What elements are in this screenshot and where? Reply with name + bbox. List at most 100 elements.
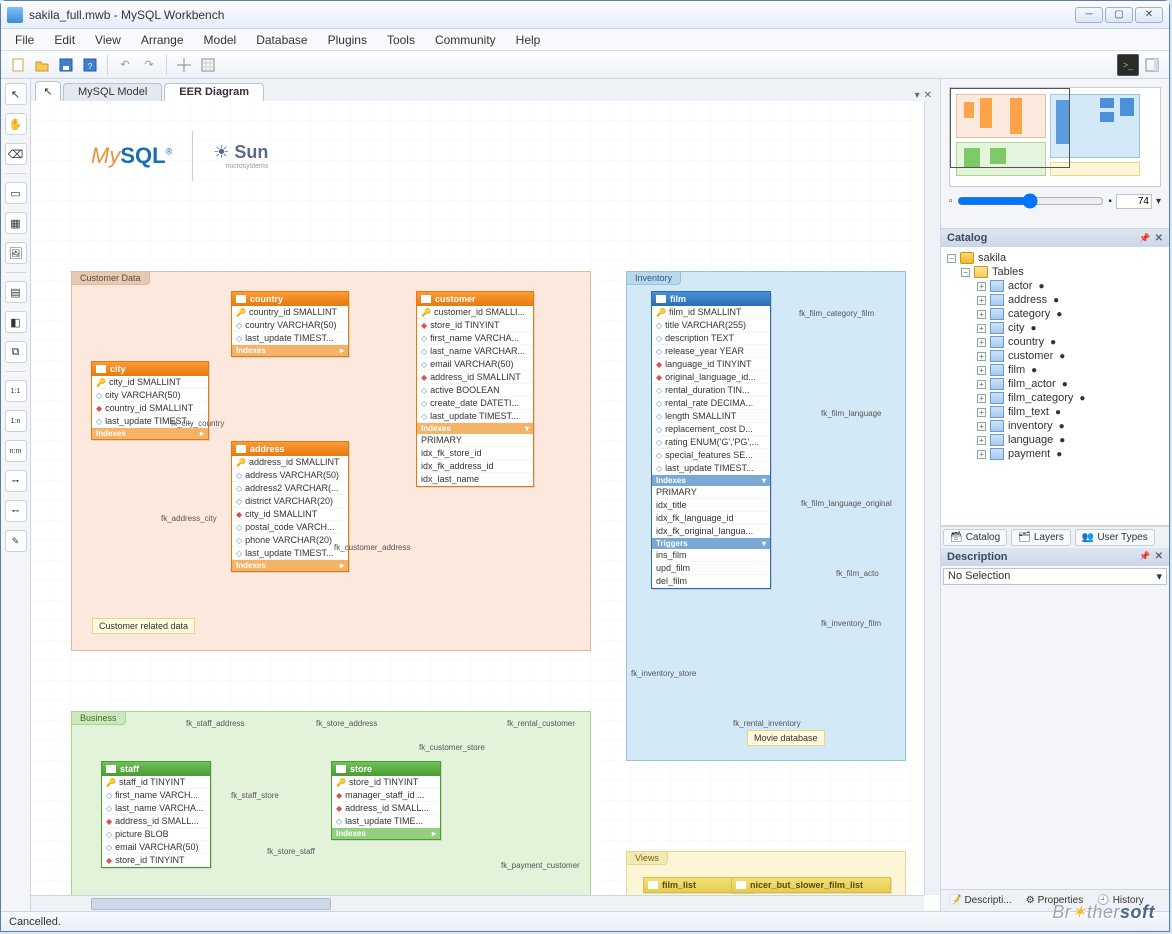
entity-nicer-list[interactable]: nicer_but_slower_film_list [731, 877, 891, 893]
save-as-button[interactable]: ? [79, 54, 101, 76]
catalog-table[interactable]: payment [1008, 448, 1050, 460]
tab-eer-diagram[interactable]: EER Diagram [164, 83, 264, 101]
table-tool[interactable]: ▤ [5, 281, 27, 303]
pointer-tool[interactable]: ↖ [5, 83, 27, 105]
menu-help[interactable]: Help [506, 31, 551, 49]
tab-history[interactable]: 🕘 History [1091, 893, 1150, 908]
entity-country[interactable]: country country_id SMALLINT country VARC… [231, 291, 349, 357]
entity-city[interactable]: city city_id SMALLINT city VARCHAR(50) c… [91, 361, 209, 440]
tree-toggle[interactable]: + [977, 324, 986, 333]
tab-description[interactable]: 📝 Descripti... [943, 893, 1018, 908]
menu-file[interactable]: File [5, 31, 44, 49]
redo-button[interactable]: ↷ [138, 54, 160, 76]
eraser-tool[interactable]: ⌫ [5, 143, 27, 165]
catalog-table[interactable]: inventory [1008, 420, 1053, 432]
diagram-canvas[interactable]: MySQL® ☀ Sunmicrosystems Customer Data C… [31, 101, 940, 911]
entity-film[interactable]: film film_id SMALLINT title VARCHAR(255)… [651, 291, 771, 589]
menu-arrange[interactable]: Arrange [131, 31, 194, 49]
menu-plugins[interactable]: Plugins [318, 31, 377, 49]
relation-1-n-nonid-tool[interactable]: ⊷ [5, 500, 27, 522]
hand-tool[interactable]: ✋ [5, 113, 27, 135]
undo-button[interactable]: ↶ [114, 54, 136, 76]
tree-toggle[interactable]: − [961, 268, 970, 277]
tab-dropdown-icon[interactable]: ▾ [915, 90, 920, 101]
save-button[interactable] [55, 54, 77, 76]
tree-toggle[interactable]: + [977, 436, 986, 445]
view-tool[interactable]: ◧ [5, 311, 27, 333]
navigator-thumbnail[interactable] [949, 87, 1161, 187]
image-tool[interactable]: 🖼 [5, 242, 27, 264]
panel-toggle-button[interactable] [1141, 54, 1163, 76]
catalog-table[interactable]: category [1008, 308, 1050, 320]
panel-close-icon[interactable]: ✕ [1155, 551, 1163, 562]
pointer-tab[interactable]: ↖ [35, 81, 61, 101]
tree-toggle[interactable]: + [977, 380, 986, 389]
zoom-input[interactable] [1116, 194, 1152, 209]
catalog-table[interactable]: customer [1008, 350, 1053, 362]
tree-toggle[interactable]: + [977, 408, 986, 417]
catalog-table[interactable]: language [1008, 434, 1053, 446]
tree-toggle[interactable]: + [977, 352, 986, 361]
minimize-button[interactable]: ─ [1075, 7, 1103, 23]
entity-address[interactable]: address address_id SMALLINT address VARC… [231, 441, 349, 572]
catalog-tab-catalog[interactable]: 🗃 Catalog [943, 529, 1007, 546]
relation-existing-tool[interactable]: ✎ [5, 530, 27, 552]
relation-1-1-tool[interactable]: 1:1 [5, 380, 27, 402]
terminal-button[interactable]: >_ [1117, 54, 1139, 76]
catalog-db-name[interactable]: sakila [978, 252, 1006, 264]
menu-database[interactable]: Database [246, 31, 317, 49]
zoom-out-icon[interactable]: ▫ [949, 196, 953, 207]
catalog-table[interactable]: film [1008, 364, 1025, 376]
tree-toggle[interactable]: − [947, 254, 956, 263]
tree-toggle[interactable]: + [977, 422, 986, 431]
grid-toggle-button[interactable] [173, 54, 195, 76]
open-file-button[interactable] [31, 54, 53, 76]
menu-view[interactable]: View [85, 31, 131, 49]
zoom-dropdown-icon[interactable]: ▾ [1156, 196, 1161, 207]
catalog-table[interactable]: address [1008, 294, 1047, 306]
catalog-table[interactable]: film_category [1008, 392, 1073, 404]
menu-model[interactable]: Model [194, 31, 247, 49]
zoom-in-icon[interactable]: ▪ [1108, 196, 1112, 207]
menu-edit[interactable]: Edit [44, 31, 85, 49]
maximize-button[interactable]: ▢ [1105, 7, 1133, 23]
relation-n-m-tool[interactable]: n:m [5, 440, 27, 462]
catalog-table[interactable]: city [1008, 322, 1025, 334]
catalog-table[interactable]: actor [1008, 280, 1032, 292]
routine-tool[interactable]: ⧉ [5, 341, 27, 363]
tab-properties[interactable]: ⚙ Properties [1020, 893, 1090, 908]
menu-tools[interactable]: Tools [377, 31, 425, 49]
new-file-button[interactable] [7, 54, 29, 76]
relation-1-n-tool[interactable]: 1:n [5, 410, 27, 432]
catalog-tab-layers[interactable]: 🗂 Layers [1011, 529, 1071, 546]
pin-icon[interactable]: 📌 [1135, 551, 1154, 562]
note-tool[interactable]: ▦ [5, 212, 27, 234]
relation-1-1-nonid-tool[interactable]: ⊶ [5, 470, 27, 492]
zoom-slider[interactable] [957, 193, 1105, 209]
tree-toggle[interactable]: + [977, 366, 986, 375]
snap-toggle-button[interactable] [197, 54, 219, 76]
panel-close-icon[interactable]: ✕ [1155, 233, 1163, 244]
vertical-scrollbar[interactable] [924, 101, 940, 895]
layer-tool[interactable]: ▭ [5, 182, 27, 204]
tree-toggle[interactable]: + [977, 296, 986, 305]
catalog-table[interactable]: film_text [1008, 406, 1049, 418]
catalog-table[interactable]: country [1008, 336, 1044, 348]
tree-toggle[interactable]: + [977, 450, 986, 459]
catalog-table[interactable]: film_actor [1008, 378, 1056, 390]
catalog-tree[interactable]: −sakila −Tables +actor● +address● +categ… [941, 247, 1169, 526]
catalog-folder-name[interactable]: Tables [992, 266, 1024, 278]
tree-toggle[interactable]: + [977, 282, 986, 291]
menu-community[interactable]: Community [425, 31, 506, 49]
catalog-tab-usertypes[interactable]: 👥 User Types [1075, 529, 1155, 546]
close-button[interactable]: ✕ [1135, 7, 1163, 23]
entity-store[interactable]: store store_id TINYINT manager_staff_id … [331, 761, 441, 840]
tree-toggle[interactable]: + [977, 310, 986, 319]
tree-toggle[interactable]: + [977, 338, 986, 347]
entity-customer[interactable]: customer customer_id SMALLI... store_id … [416, 291, 534, 487]
horizontal-scrollbar[interactable] [31, 895, 924, 911]
description-dropdown[interactable]: No Selection▾ [943, 568, 1167, 585]
tab-mysql-model[interactable]: MySQL Model [63, 83, 162, 101]
tree-toggle[interactable]: + [977, 394, 986, 403]
pin-icon[interactable]: 📌 [1135, 233, 1154, 244]
